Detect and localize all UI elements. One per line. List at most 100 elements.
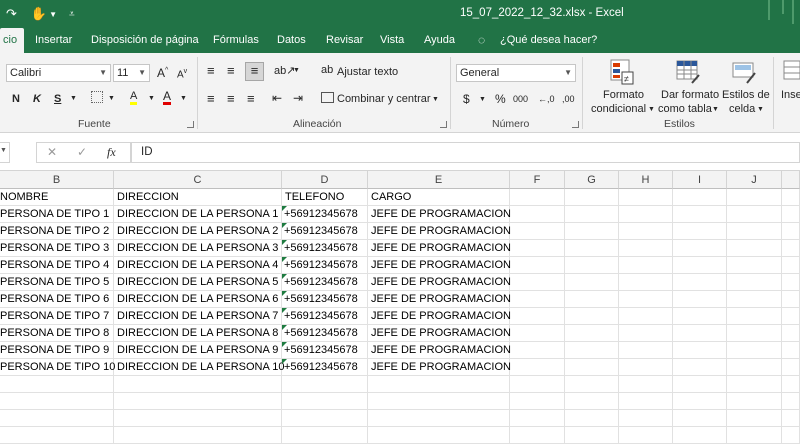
table-cell[interactable] xyxy=(619,325,673,342)
table-cell[interactable] xyxy=(619,359,673,376)
table-cell[interactable] xyxy=(782,359,800,376)
font-name-select[interactable]: Calibri ▼ xyxy=(6,64,111,82)
table-cell[interactable] xyxy=(619,240,673,257)
decrease-decimals-button[interactable]: ,00 xyxy=(562,94,575,104)
table-cell[interactable]: JEFE DE PROGRAMACION xyxy=(368,240,511,257)
table-cell[interactable] xyxy=(673,393,727,410)
table-cell[interactable] xyxy=(782,206,800,223)
table-cell[interactable] xyxy=(510,240,565,257)
table-cell[interactable] xyxy=(782,223,800,240)
table-cell[interactable] xyxy=(673,223,727,240)
table-cell[interactable] xyxy=(727,223,782,240)
tab-insertar[interactable]: Insertar xyxy=(35,28,72,53)
align-right-icon[interactable]: ≡ xyxy=(247,91,255,106)
wrap-text-button[interactable]: Ajustar texto xyxy=(337,66,398,78)
table-cell[interactable] xyxy=(782,274,800,291)
table-cell[interactable] xyxy=(727,342,782,359)
table-cell[interactable] xyxy=(368,427,510,444)
conditional-format-icon[interactable]: ≠ xyxy=(610,59,634,85)
chevron-down-icon[interactable]: ▼ xyxy=(293,67,300,74)
table-cell[interactable] xyxy=(282,427,368,444)
chevron-down-icon[interactable]: ▼ xyxy=(712,106,719,113)
column-header-partial[interactable] xyxy=(782,171,800,189)
table-cell[interactable]: DIRECCION DE LA PERSONA 1 xyxy=(114,206,282,223)
table-cell[interactable]: PERSONA DE TIPO 8 xyxy=(0,325,114,342)
chevron-down-icon[interactable]: ▼ xyxy=(70,95,77,102)
header-cell[interactable] xyxy=(619,189,673,206)
font-dialog-launcher[interactable] xyxy=(187,121,194,128)
customize-toolbar-icon[interactable]: ⩡ xyxy=(69,9,75,20)
table-cell[interactable]: DIRECCION DE LA PERSONA 9 xyxy=(114,342,282,359)
column-header-i[interactable]: I xyxy=(673,171,727,189)
cell-styles-button[interactable]: celda xyxy=(729,103,755,115)
insert-cells-button[interactable]: Inse xyxy=(781,89,800,101)
tab-datos[interactable]: Datos xyxy=(277,28,306,53)
font-size-select[interactable]: 11 ▼ xyxy=(113,64,150,82)
tab-revisar[interactable]: Revisar xyxy=(326,28,363,53)
chevron-down-icon[interactable]: ▼ xyxy=(648,106,655,113)
table-cell[interactable] xyxy=(673,359,727,376)
header-cell[interactable]: TELEFONO xyxy=(282,189,368,206)
enter-icon[interactable]: ✓ xyxy=(77,145,87,159)
header-cell[interactable] xyxy=(673,189,727,206)
table-cell[interactable] xyxy=(0,393,114,410)
tell-me-search[interactable]: ¿Qué desea hacer? xyxy=(500,28,597,53)
table-cell[interactable]: PERSONA DE TIPO 10 xyxy=(0,359,115,376)
align-left-icon[interactable]: ≡ xyxy=(207,91,215,106)
table-cell[interactable]: JEFE DE PROGRAMACION xyxy=(368,206,511,223)
table-cell[interactable] xyxy=(565,342,619,359)
table-cell[interactable]: DIRECCION DE LA PERSONA 3 xyxy=(114,240,282,257)
table-cell[interactable] xyxy=(673,240,727,257)
header-cell[interactable]: NOMBRE xyxy=(0,189,114,206)
table-cell[interactable]: PERSONA DE TIPO 1 xyxy=(0,206,114,223)
chevron-down-icon[interactable]: ▼ xyxy=(49,10,57,19)
table-cell[interactable]: DIRECCION DE LA PERSONA 10 xyxy=(114,359,285,376)
table-cell[interactable]: +56912345678 xyxy=(282,291,368,308)
format-as-table-button[interactable]: como tabla xyxy=(658,103,712,115)
insert-cells-icon[interactable] xyxy=(783,59,800,85)
touch-mode-icon[interactable]: ✋ xyxy=(31,6,47,22)
table-cell[interactable] xyxy=(673,427,727,444)
table-cell[interactable]: +56912345678 xyxy=(282,206,368,223)
table-cell[interactable]: DIRECCION DE LA PERSONA 6 xyxy=(114,291,282,308)
table-cell[interactable] xyxy=(673,274,727,291)
table-cell[interactable] xyxy=(0,376,114,393)
number-dialog-launcher[interactable] xyxy=(572,121,579,128)
table-cell[interactable] xyxy=(727,359,782,376)
table-cell[interactable]: DIRECCION DE LA PERSONA 8 xyxy=(114,325,282,342)
table-cell[interactable] xyxy=(782,257,800,274)
format-as-table-button[interactable]: Dar formato xyxy=(661,89,719,101)
table-cell[interactable]: +56912345678 xyxy=(282,223,368,240)
table-cell[interactable] xyxy=(368,393,510,410)
table-cell[interactable] xyxy=(510,206,565,223)
table-cell[interactable] xyxy=(673,308,727,325)
table-cell[interactable] xyxy=(114,427,282,444)
table-cell[interactable]: DIRECCION DE LA PERSONA 2 xyxy=(114,223,282,240)
table-cell[interactable] xyxy=(727,376,782,393)
table-cell[interactable] xyxy=(510,410,565,427)
table-cell[interactable] xyxy=(282,410,368,427)
formula-input[interactable]: ID xyxy=(131,142,800,163)
tab-vista[interactable]: Vista xyxy=(380,28,404,53)
format-as-table-icon[interactable] xyxy=(676,59,700,85)
table-cell[interactable] xyxy=(510,427,565,444)
table-cell[interactable] xyxy=(619,342,673,359)
font-color-button[interactable]: A xyxy=(163,90,172,105)
table-cell[interactable]: PERSONA DE TIPO 9 xyxy=(0,342,114,359)
tab-formulas[interactable]: Fórmulas xyxy=(213,28,259,53)
chevron-down-icon[interactable]: ▼ xyxy=(148,95,155,102)
table-cell[interactable] xyxy=(619,223,673,240)
table-cell[interactable] xyxy=(673,257,727,274)
table-cell[interactable] xyxy=(673,376,727,393)
table-cell[interactable] xyxy=(782,291,800,308)
table-cell[interactable]: +56912345678 xyxy=(282,274,368,291)
wrap-text-icon[interactable]: ab xyxy=(321,64,333,76)
chevron-down-icon[interactable]: ▼ xyxy=(479,96,486,103)
chevron-down-icon[interactable]: ▼ xyxy=(757,106,764,113)
table-cell[interactable] xyxy=(565,410,619,427)
column-header-b[interactable]: B xyxy=(0,171,114,189)
decrease-indent-icon[interactable]: ⇤ xyxy=(272,91,282,105)
table-cell[interactable]: PERSONA DE TIPO 2 xyxy=(0,223,114,240)
table-cell[interactable]: +56912345678 xyxy=(282,308,368,325)
increase-decimals-button[interactable]: ←,0 xyxy=(538,94,555,104)
